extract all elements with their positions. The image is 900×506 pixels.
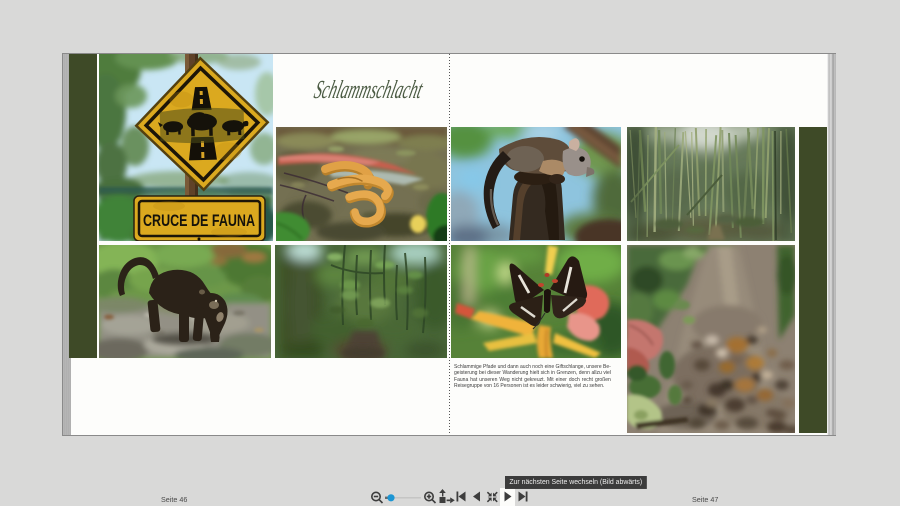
svg-text:CRUCE DE FAUNA: CRUCE DE FAUNA — [143, 211, 255, 230]
svg-text:Schlammschlacht: Schlammschlacht — [312, 74, 427, 104]
